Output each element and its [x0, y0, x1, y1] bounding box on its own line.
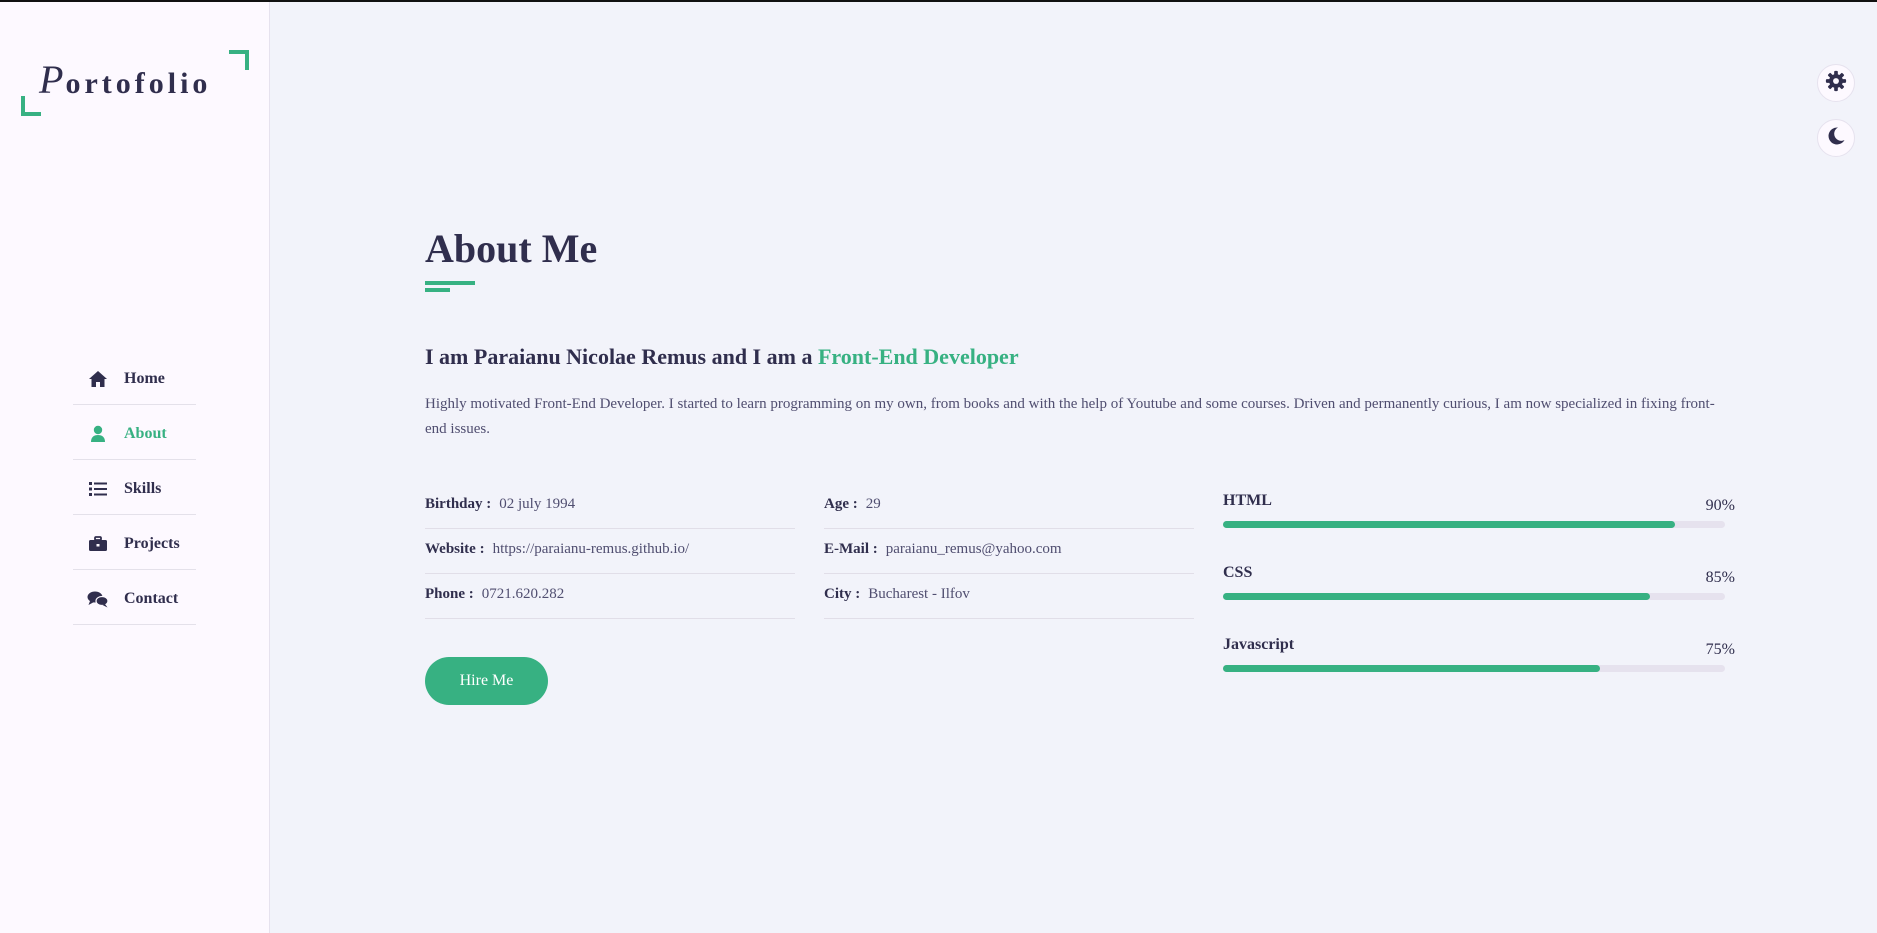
skill-progress-fill	[1223, 593, 1650, 600]
skill-progress-fill	[1223, 665, 1600, 672]
nav-label-skills: Skills	[124, 480, 162, 497]
skill-percent: 75%	[1705, 641, 1735, 658]
skill-item-html: HTML 90%	[1223, 488, 1735, 560]
skill-name: HTML	[1223, 492, 1272, 509]
logo-corner-top-right	[229, 50, 249, 70]
logo-text: Portofolio	[39, 56, 211, 103]
title-underline	[425, 281, 475, 285]
info-label: Website :	[425, 540, 485, 557]
about-section: About Me I am Paraianu Nicolae Remus and…	[425, 0, 1745, 933]
info-label: City :	[824, 585, 861, 602]
logo-first-letter: P	[39, 57, 66, 102]
skill-item-javascript: Javascript 75%	[1223, 632, 1735, 704]
info-value: Bucharest - Ilfov	[868, 585, 970, 602]
intro-prefix: I am Paraianu Nicolae Remus and I am a	[425, 344, 818, 369]
personal-info-column-1: Birthday : 02 july 1994 Website : https:…	[425, 484, 795, 619]
skill-progress-track	[1223, 593, 1725, 600]
user-icon	[86, 424, 110, 444]
nav-label-home: Home	[124, 370, 165, 387]
skill-percent: 90%	[1705, 497, 1735, 514]
title-underline-short	[425, 288, 450, 292]
info-label: Birthday :	[425, 495, 492, 512]
nav-item-home[interactable]: Home	[73, 350, 196, 405]
skill-progress-track	[1223, 665, 1725, 672]
info-value: 0721.620.282	[481, 585, 565, 602]
skill-name: Javascript	[1223, 636, 1295, 653]
page-title: About Me	[425, 226, 598, 271]
sidebar: Portofolio Home About Skills Projects Co…	[0, 2, 270, 933]
info-row-city: City : Bucharest - Ilfov	[824, 574, 1194, 619]
skill-progress-track	[1223, 521, 1725, 528]
info-value-email[interactable]: paraianu_remus@yahoo.com	[886, 541, 1062, 558]
home-icon	[86, 369, 110, 389]
nav-label-about: About	[124, 425, 167, 442]
theme-toggle-button[interactable]	[1817, 119, 1855, 157]
nav-label-projects: Projects	[124, 535, 180, 552]
skill-item-css: CSS 85%	[1223, 560, 1735, 632]
info-row-phone: Phone : 0721.620.282	[425, 574, 795, 619]
info-value: 02 july 1994	[499, 495, 576, 512]
nav-item-projects[interactable]: Projects	[73, 515, 196, 570]
logo-rest: ortofolio	[65, 67, 212, 100]
info-row-email: E-Mail : paraianu_remus@yahoo.com	[824, 529, 1194, 574]
skill-percent: 85%	[1705, 569, 1735, 586]
nav-menu: Home About Skills Projects Contact	[73, 350, 196, 625]
info-value-website[interactable]: https://paraianu-remus.github.io/	[493, 541, 690, 558]
briefcase-icon	[86, 534, 110, 554]
nav-label-contact: Contact	[124, 590, 179, 607]
info-row-birthday: Birthday : 02 july 1994	[425, 484, 795, 529]
info-value: 29	[865, 495, 881, 512]
intro-heading: I am Paraianu Nicolae Remus and I am a F…	[425, 344, 1019, 370]
skill-name: CSS	[1223, 564, 1253, 581]
comments-icon	[86, 589, 110, 609]
info-row-age: Age : 29	[824, 484, 1194, 529]
info-label: Phone :	[425, 585, 474, 602]
info-label: Age :	[824, 495, 858, 512]
nav-item-about[interactable]: About	[73, 405, 196, 460]
list-icon	[86, 479, 110, 499]
skill-progress-fill	[1223, 521, 1675, 528]
about-description: Highly motivated Front-End Developer. I …	[425, 396, 1715, 437]
gear-icon	[1825, 70, 1847, 97]
logo-corner-bottom-left	[21, 96, 41, 116]
settings-button[interactable]	[1817, 64, 1855, 102]
info-row-website: Website : https://paraianu-remus.github.…	[425, 529, 795, 574]
moon-icon	[1826, 126, 1846, 151]
info-label: E-Mail :	[824, 540, 878, 557]
intro-role: Front-End Developer	[817, 344, 1019, 369]
nav-item-skills[interactable]: Skills	[73, 460, 196, 515]
skills-list: HTML 90% CSS 85% Javascript 75%	[1223, 488, 1735, 704]
logo[interactable]: Portofolio	[21, 50, 249, 116]
hire-me-button[interactable]: Hire Me	[425, 657, 548, 705]
personal-info-column-2: Age : 29 E-Mail : paraianu_remus@yahoo.c…	[824, 484, 1194, 619]
nav-item-contact[interactable]: Contact	[73, 570, 196, 625]
